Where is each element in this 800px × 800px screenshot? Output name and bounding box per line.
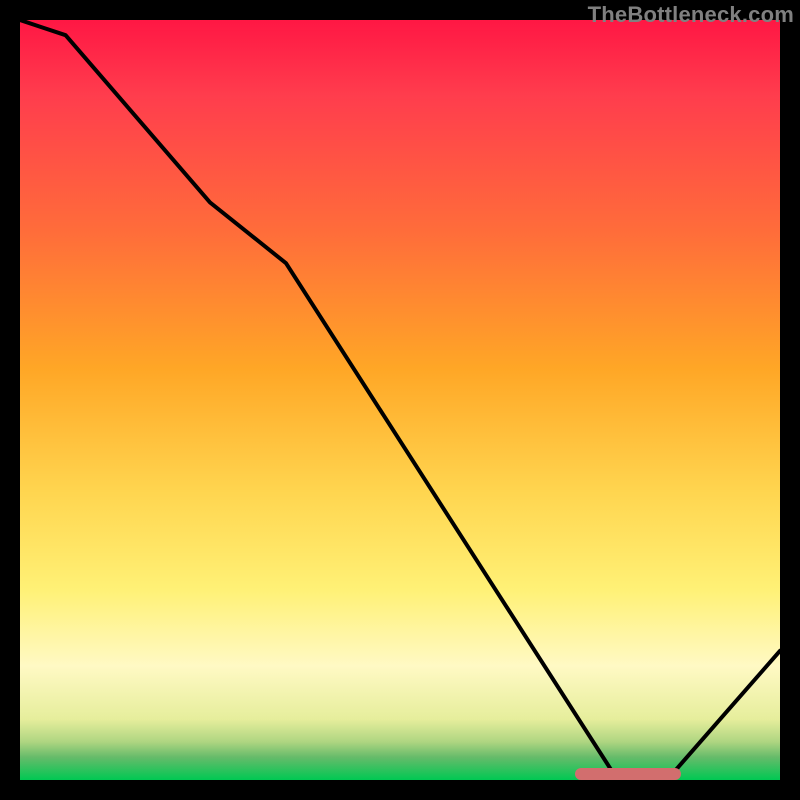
watermark: TheBottleneck.com [588, 2, 794, 28]
chart-canvas: TheBottleneck.com [0, 0, 800, 800]
plot-area [20, 20, 780, 780]
bottleneck-curve [20, 20, 780, 780]
optimal-range-marker [575, 768, 681, 780]
curve-path [20, 20, 780, 772]
